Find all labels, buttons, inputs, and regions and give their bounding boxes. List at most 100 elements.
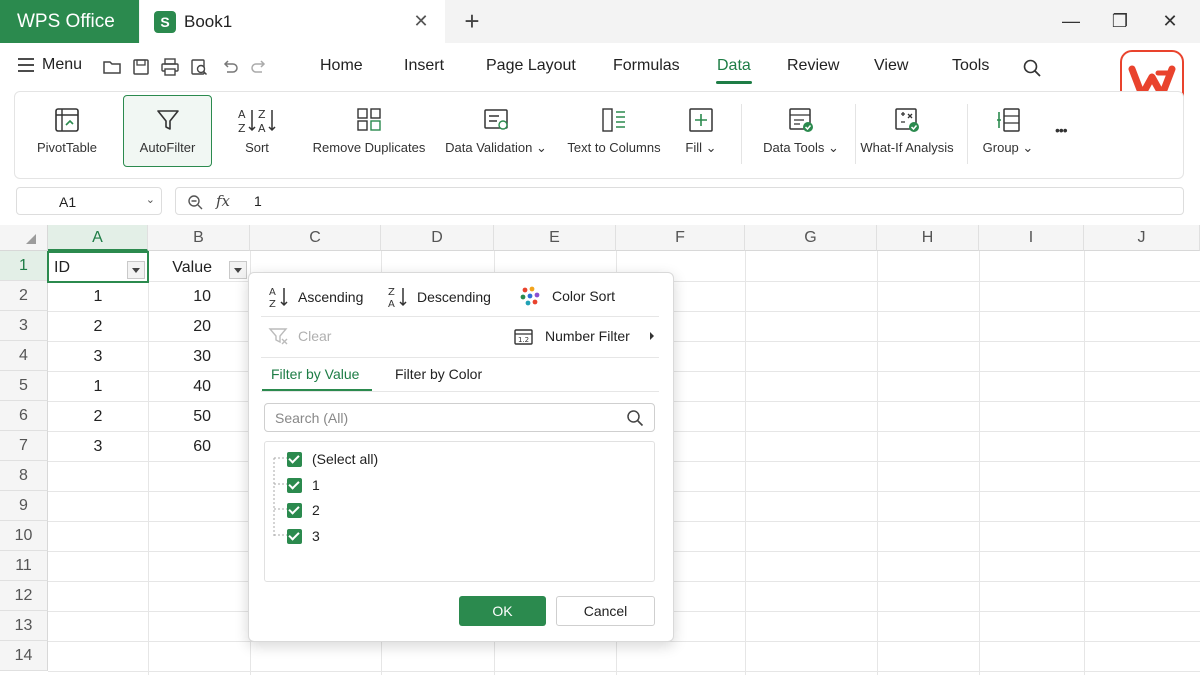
tab-page-layout[interactable]: Page Layout — [486, 57, 576, 75]
what-if-analysis-button[interactable]: What-If Analysis — [860, 92, 954, 178]
fill-button[interactable]: Fill ⌄ — [679, 92, 723, 178]
column-header-a[interactable]: A — [48, 225, 148, 251]
cell-a2[interactable]: 1 — [48, 282, 148, 312]
search-icon[interactable] — [626, 409, 644, 427]
remove-duplicates-button[interactable]: Remove Duplicates — [311, 92, 427, 178]
row-header-3[interactable]: 3 — [0, 311, 48, 341]
row-header-1[interactable]: 1 — [0, 251, 48, 281]
new-tab-icon[interactable]: + — [460, 8, 484, 34]
row-header-4[interactable]: 4 — [0, 341, 48, 371]
print-preview-icon[interactable] — [189, 57, 209, 77]
column-header-b[interactable]: B — [148, 225, 250, 251]
maximize-icon[interactable]: ❐ — [1107, 8, 1133, 34]
cell-b3[interactable]: 20 — [148, 312, 211, 342]
column-header-c[interactable]: C — [250, 225, 381, 251]
save-icon[interactable] — [131, 57, 151, 77]
more-options-icon[interactable]: ••• — [1055, 122, 1068, 138]
filter-search-input[interactable]: Search (All) — [264, 403, 655, 432]
sort-ascending-option[interactable]: AZ Ascending — [268, 285, 363, 309]
tab-home[interactable]: Home — [320, 57, 363, 75]
tab-data[interactable]: Data — [717, 57, 751, 75]
group-button[interactable]: Group ⌄ — [977, 92, 1039, 178]
column-header-i[interactable]: I — [979, 225, 1084, 251]
row-header-12[interactable]: 12 — [0, 581, 48, 611]
redo-icon[interactable] — [249, 57, 269, 77]
ok-button[interactable]: OK — [459, 596, 546, 626]
cell-b1[interactable]: Value — [152, 253, 212, 283]
cell-b5[interactable]: 40 — [148, 372, 211, 402]
row-header-10[interactable]: 10 — [0, 521, 48, 551]
row-header-5[interactable]: 5 — [0, 371, 48, 401]
select-all-checkbox[interactable] — [287, 452, 302, 467]
tab-review[interactable]: Review — [787, 57, 839, 75]
column-header-j[interactable]: J — [1084, 225, 1200, 251]
autofilter-button[interactable]: AutoFilter — [123, 92, 212, 178]
cell-b2[interactable]: 10 — [148, 282, 211, 312]
menu-button[interactable]: Menu — [17, 56, 82, 74]
print-icon[interactable] — [160, 57, 180, 77]
search-icon[interactable] — [1022, 58, 1042, 78]
document-tab[interactable]: S Book1 ✕ — [140, 0, 445, 43]
window-close-icon[interactable]: ✕ — [1157, 8, 1183, 34]
data-validation-label: Data Validation ⌄ — [445, 140, 547, 156]
tab-filter-by-color[interactable]: Filter by Color — [395, 366, 482, 382]
column-header-f[interactable]: F — [616, 225, 745, 251]
cell-a6[interactable]: 2 — [48, 402, 148, 432]
row-header-6[interactable]: 6 — [0, 401, 48, 431]
row-header-11[interactable]: 11 — [0, 551, 48, 581]
cell-a7[interactable]: 3 — [48, 432, 148, 462]
select-all-corner[interactable] — [0, 225, 48, 251]
app-tab[interactable]: WPS Office — [0, 0, 139, 43]
cancel-button[interactable]: Cancel — [556, 596, 655, 626]
data-tools-button[interactable]: Data Tools ⌄ — [755, 92, 847, 178]
data-validation-text: Data Validation — [445, 140, 533, 155]
row-header-14[interactable]: 14 — [0, 641, 48, 671]
open-folder-icon[interactable] — [102, 57, 122, 77]
tab-view[interactable]: View — [874, 57, 908, 75]
formula-bar[interactable]: fx 1 — [175, 187, 1184, 215]
value-3-checkbox[interactable] — [287, 529, 302, 544]
row-header-2[interactable]: 2 — [0, 281, 48, 311]
column-header-g[interactable]: G — [745, 225, 877, 251]
value-2-checkbox[interactable] — [287, 503, 302, 518]
cell-b4[interactable]: 30 — [148, 342, 211, 372]
pivottable-label: PivotTable — [37, 140, 97, 155]
column-header-e[interactable]: E — [494, 225, 616, 251]
title-bar: WPS Office S Book1 ✕ + — ❐ ✕ — [0, 0, 1200, 43]
zoom-icon[interactable] — [187, 194, 203, 210]
row-header-9[interactable]: 9 — [0, 491, 48, 521]
column-header-d[interactable]: D — [381, 225, 494, 251]
sort-button[interactable]: AZZA Sort — [221, 92, 293, 178]
cell-a5[interactable]: 1 — [48, 372, 148, 402]
tab-tools[interactable]: Tools — [952, 57, 989, 75]
row-header-7[interactable]: 7 — [0, 431, 48, 461]
clear-filter-option[interactable]: Clear — [268, 326, 331, 346]
cell-a4[interactable]: 3 — [48, 342, 148, 372]
sort-descending-icon: ZA — [388, 287, 407, 309]
cell-b7[interactable]: 60 — [148, 432, 211, 462]
close-tab-icon[interactable]: ✕ — [411, 11, 431, 31]
grid-line — [48, 671, 1200, 672]
row-header-8[interactable]: 8 — [0, 461, 48, 491]
name-box[interactable]: A1 ⌄ — [16, 187, 162, 215]
chevron-down-icon[interactable]: ⌄ — [146, 193, 155, 206]
tab-insert[interactable]: Insert — [404, 57, 444, 75]
sort-descending-option[interactable]: ZA Descending — [387, 285, 491, 309]
value-1-checkbox[interactable] — [287, 478, 302, 493]
color-sort-option[interactable]: Color Sort — [519, 285, 615, 307]
number-filter-option[interactable]: 1.2 Number Filter — [513, 326, 656, 346]
pivottable-button[interactable]: PivotTable — [33, 92, 101, 178]
row-header-13[interactable]: 13 — [0, 611, 48, 641]
minimize-icon[interactable]: — — [1058, 8, 1084, 34]
undo-icon[interactable] — [220, 57, 240, 77]
fx-icon[interactable]: fx — [216, 192, 230, 210]
data-validation-button[interactable]: Data Validation ⌄ — [443, 92, 549, 178]
filter-dropdown-button-b[interactable] — [229, 261, 247, 279]
text-to-columns-button[interactable]: Text to Columns — [565, 92, 663, 178]
cell-a3[interactable]: 2 — [48, 312, 148, 342]
data-tools-text: Data Tools — [763, 140, 825, 155]
column-header-h[interactable]: H — [877, 225, 979, 251]
cell-b6[interactable]: 50 — [148, 402, 211, 432]
tab-filter-by-value[interactable]: Filter by Value — [271, 366, 359, 382]
tab-formulas[interactable]: Formulas — [613, 57, 680, 75]
